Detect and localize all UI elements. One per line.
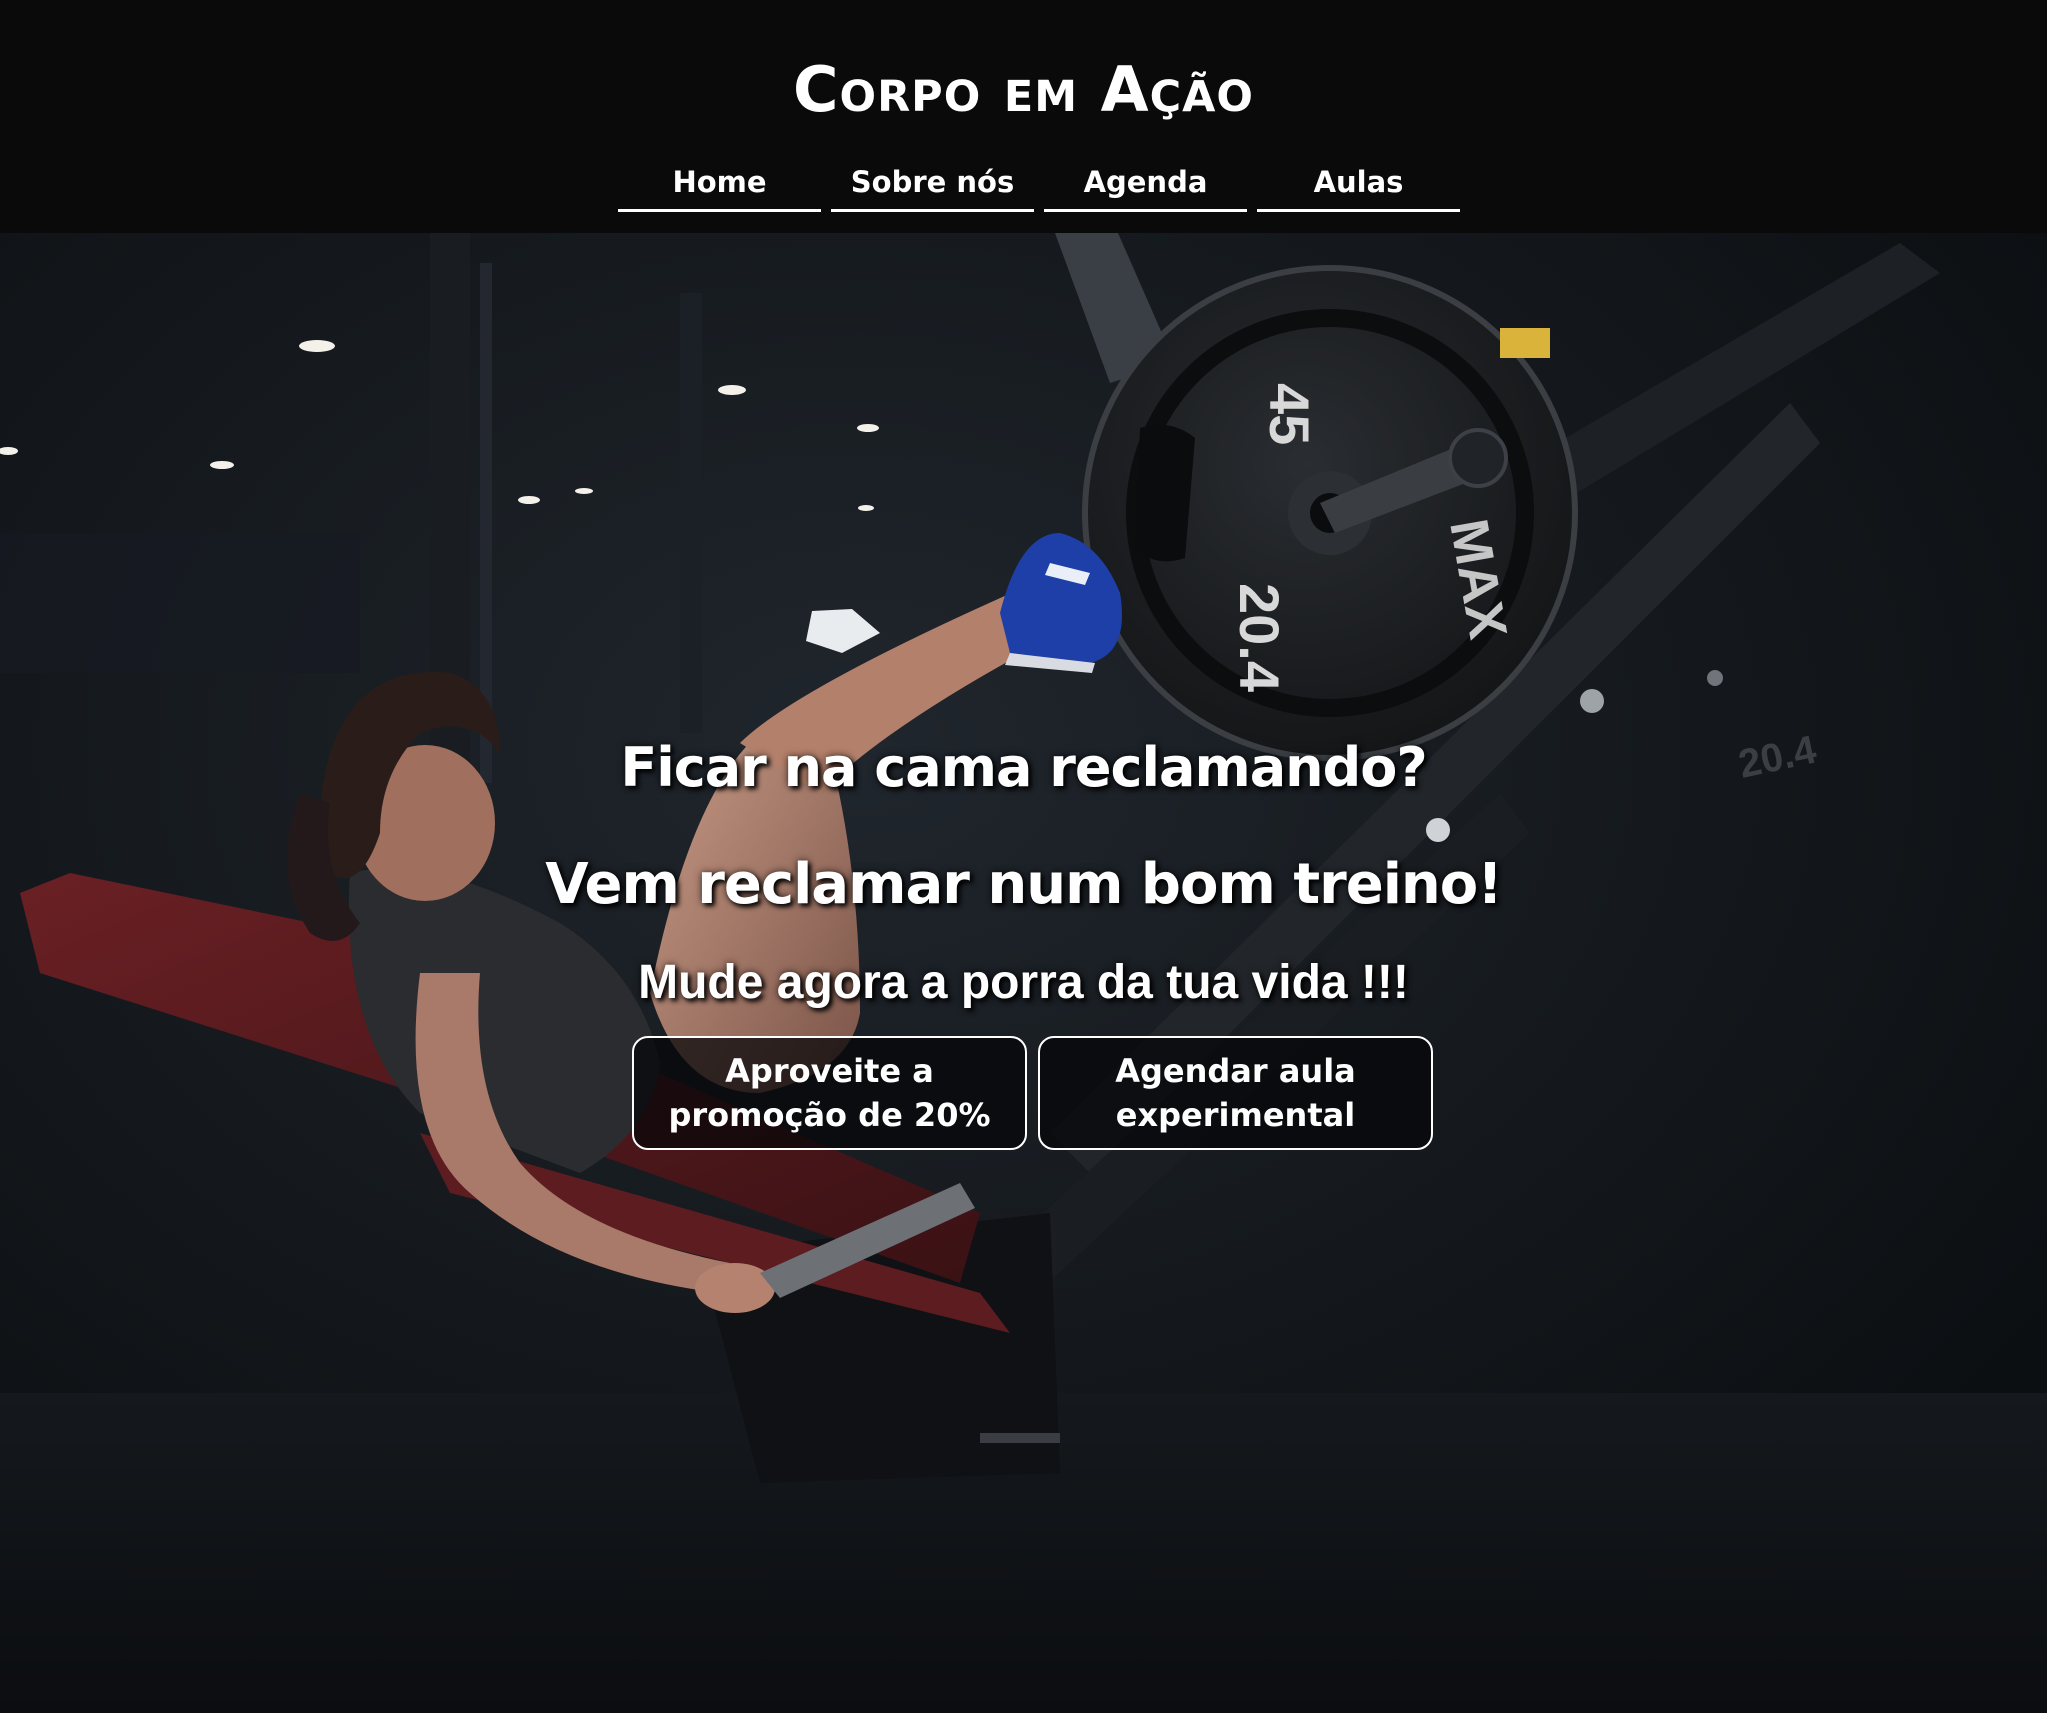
hero-headline-1: Ficar na cama reclamando? bbox=[620, 736, 1427, 799]
promo-button[interactable]: Aproveite a promoção de 20% bbox=[632, 1036, 1027, 1150]
nav-item-sobre-nos[interactable]: Sobre nós bbox=[831, 150, 1034, 212]
cta-button-row: Aproveite a promoção de 20% Agendar aula… bbox=[632, 1036, 1433, 1150]
page: Corpo em Ação Home Sobre nós Agenda Aula… bbox=[0, 0, 2047, 1713]
hero-section: 45 20.4 MAX 20.4 Ficar na cama reclamand… bbox=[0, 233, 2047, 1713]
brand-logo[interactable]: Corpo em Ação bbox=[0, 50, 2047, 130]
main-nav: Home Sobre nós Agenda Aulas bbox=[618, 150, 1460, 212]
nav-item-agenda[interactable]: Agenda bbox=[1044, 150, 1247, 212]
plate-number-20-4: 20.4 bbox=[1228, 583, 1291, 692]
nav-item-aulas[interactable]: Aulas bbox=[1257, 150, 1460, 212]
nav-item-home[interactable]: Home bbox=[618, 150, 821, 212]
site-header: Corpo em Ação Home Sobre nós Agenda Aula… bbox=[0, 0, 2047, 233]
hero-headline-2: Vem reclamar num bom treino! bbox=[545, 852, 1503, 917]
hero-headline-3: Mude agora a porra da tua vida !!! bbox=[638, 956, 1409, 1009]
schedule-trial-class-button[interactable]: Agendar aula experimental bbox=[1038, 1036, 1433, 1150]
plate-number-45: 45 bbox=[1258, 383, 1321, 445]
